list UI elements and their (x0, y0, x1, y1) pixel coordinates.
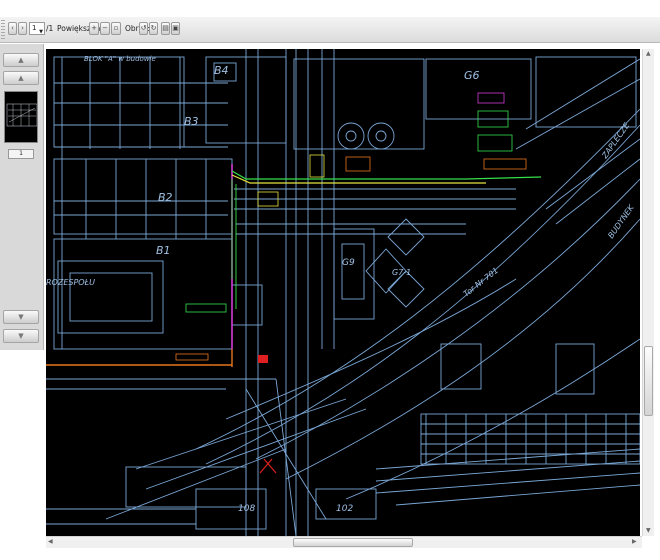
window-top-strip (0, 0, 660, 17)
page-number-value: 1 (32, 24, 37, 32)
drawing-label-layer: BLOK "A" w budowie B4 B3 B2 B1 G6 G9 G7-… (46, 55, 636, 514)
drawing-label-102: 102 (336, 504, 353, 514)
cad-drawing: BLOK "A" w budowie B4 B3 B2 B1 G6 G9 G7-… (46, 49, 640, 536)
previous-page-button[interactable]: ‹ (8, 22, 17, 35)
drawing-annotations (46, 92, 542, 474)
arrow-up-icon: ▲ (18, 56, 24, 64)
rotate-right-button[interactable]: ↻ (149, 22, 158, 35)
scroll-down-icon[interactable]: ▼ (646, 527, 651, 534)
scroll-right-icon[interactable]: ▶ (632, 538, 637, 545)
page-thumbnail[interactable] (4, 91, 38, 143)
thumbnail-page-number: 1 (8, 149, 34, 159)
print-button[interactable]: ▤ (161, 22, 170, 35)
drawing-label-g7: G7-1 (392, 268, 411, 277)
arrow-down-icon: ▼ (18, 332, 24, 340)
rotate-left-icon: ↺ (140, 24, 147, 32)
zoom-fit-button[interactable]: ▫ (111, 22, 121, 35)
zoom-in-icon: + (91, 24, 97, 32)
vertical-scroll-thumb[interactable] (644, 346, 653, 416)
drawing-label-rozespolu: ROZESPOŁU (46, 278, 95, 287)
zoom-fit-icon: ▫ (113, 24, 119, 32)
viewer-toolbar: ‹ › 1 ▼ /1 Powiększenie: + − ▫ Obróć: ↺ … (0, 17, 660, 43)
drawing-label-b4: B4 (214, 64, 229, 77)
last-page-button[interactable]: ▼ (3, 329, 39, 343)
zoom-out-icon: − (102, 24, 108, 32)
rotate-left-button[interactable]: ↺ (139, 22, 148, 35)
first-page-button[interactable]: ▲ (3, 53, 39, 67)
page-total: /1 (46, 24, 54, 33)
drawing-label-tor: Tor Nr 701 (462, 266, 500, 299)
thumbnails-down-button[interactable]: ▼ (3, 310, 39, 324)
scroll-up-icon[interactable]: ▲ (646, 50, 651, 57)
horizontal-scroll-thumb[interactable] (293, 538, 413, 547)
save-button[interactable]: ▣ (171, 22, 180, 35)
zoom-in-button[interactable]: + (89, 22, 99, 35)
thumbnail-drawing (6, 103, 37, 127)
save-icon: ▣ (172, 24, 179, 32)
arrow-up-icon: ▲ (18, 74, 24, 82)
drawing-label-b2: B2 (158, 191, 173, 204)
drawing-label-g9: G9 (342, 258, 355, 268)
toolbar-grip[interactable] (1, 20, 5, 39)
drawing-label-108: 108 (238, 504, 255, 514)
zoom-out-button[interactable]: − (100, 22, 110, 35)
rotate-right-icon: ↻ (150, 24, 157, 32)
vertical-scrollbar[interactable]: ▲ ▼ (642, 49, 654, 536)
drawing-label-blok-a: BLOK "A" w budowie (84, 55, 156, 63)
thumbnail-sidebar: ▲ ▲ 1 ▼ ▼ (0, 44, 44, 350)
chevron-left-icon: ‹ (11, 24, 14, 32)
arrow-down-icon: ▼ (18, 313, 24, 321)
drawing-label-g6: G6 (464, 69, 480, 82)
thumbnails-up-button[interactable]: ▲ (3, 71, 39, 85)
print-icon: ▤ (162, 24, 169, 32)
drawing-label-zaplecze: ZAPLECZE (600, 120, 632, 161)
chevron-right-icon: › (21, 24, 24, 32)
drawing-label-b1: B1 (156, 244, 171, 257)
horizontal-scrollbar[interactable]: ◀ ▶ (46, 536, 642, 548)
chevron-down-icon: ▼ (39, 29, 43, 35)
scroll-left-icon[interactable]: ◀ (48, 538, 53, 545)
next-page-button[interactable]: › (18, 22, 27, 35)
page-number-select[interactable]: 1 ▼ (29, 22, 45, 35)
drawing-label-b3: B3 (184, 115, 199, 128)
drawing-canvas[interactable]: BLOK "A" w budowie B4 B3 B2 B1 G6 G9 G7-… (46, 49, 640, 536)
drawing-linework (46, 49, 640, 536)
